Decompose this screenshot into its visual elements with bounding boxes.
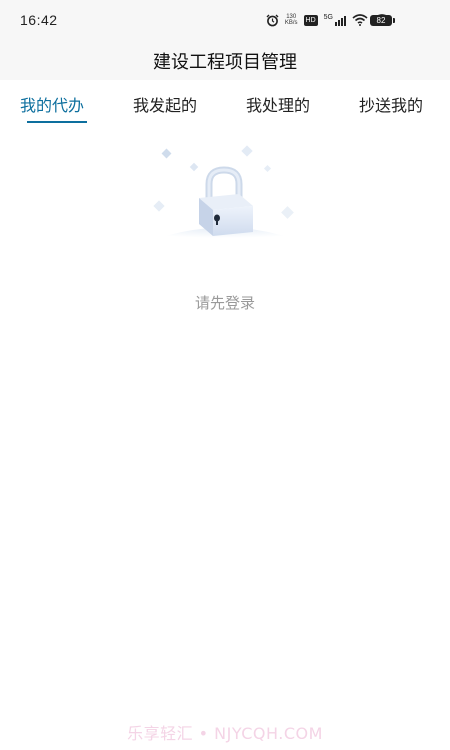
- tab-initiated[interactable]: 我发起的: [133, 92, 197, 116]
- login-prompt[interactable]: 请先登录: [0, 292, 450, 313]
- watermark: 乐享轻汇 • NJYCQH.COM: [127, 724, 323, 743]
- lock-icon: [140, 145, 310, 245]
- wifi-icon-1: [352, 14, 368, 26]
- tab-my-todo[interactable]: 我的代办: [20, 92, 84, 116]
- active-tab-indicator: [27, 121, 87, 123]
- page-title: 建设工程项目管理: [153, 52, 297, 73]
- tab-cc-me[interactable]: 抄送我的: [359, 92, 423, 116]
- net-speed-unit: KB/s: [284, 20, 298, 26]
- app-header: 建设工程项目管理: [0, 40, 450, 80]
- cellular-signal-icon: 5G: [324, 14, 346, 26]
- status-bar: 16:42 130 KB/s HD 5G 82: [0, 0, 450, 40]
- tab-processed[interactable]: 我处理的: [246, 92, 310, 116]
- hd-badge: HD: [303, 14, 318, 26]
- alarm-icon: [266, 14, 279, 26]
- battery-icon: 82: [370, 15, 395, 26]
- net-speed: 130 KB/s: [285, 14, 298, 26]
- tab-bar: 我的代办 我发起的 我处理的 抄送我的: [0, 80, 450, 126]
- network-type: 5G: [323, 14, 333, 21]
- status-time: 16:42: [20, 12, 58, 28]
- empty-state-illustration: [135, 140, 315, 255]
